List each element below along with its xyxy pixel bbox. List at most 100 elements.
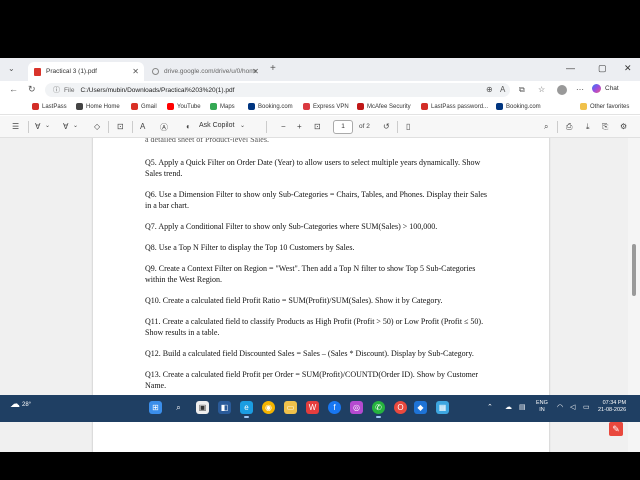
back-icon[interactable]: ← [9, 84, 18, 94]
contents-icon[interactable]: ☰ [12, 122, 19, 131]
zoom-out-icon[interactable]: − [281, 122, 286, 131]
minimize-button[interactable]: — [566, 63, 575, 73]
pdf-question-list: a detailed sheet of Product-level Sales.… [145, 138, 490, 401]
facebook-icon[interactable]: f [328, 401, 341, 414]
draw-dropdown-icon[interactable]: ⌄ [73, 122, 78, 129]
search-icon[interactable]: ⌕ [544, 122, 548, 132]
acrobat-icon[interactable]: ✎ [609, 422, 623, 436]
new-tab-icon[interactable]: + [270, 63, 276, 74]
save-as-icon[interactable]: ⎘ [602, 122, 608, 132]
close-window-button[interactable]: ✕ [624, 63, 632, 74]
file-explorer-icon[interactable]: ▭ [284, 401, 297, 414]
opera-icon[interactable]: O [394, 401, 407, 414]
copilot-dropdown-icon[interactable]: ⌄ [240, 122, 245, 129]
pdf-question: Q6. Use a Dimension Filter to show only … [145, 190, 487, 210]
print-icon[interactable]: ⎙ [566, 122, 572, 132]
zoom-in-icon[interactable]: + [297, 122, 302, 131]
profile-avatar[interactable] [557, 85, 567, 95]
ask-copilot-icon[interactable]: ◐ [186, 122, 191, 131]
edge-icon[interactable]: e [240, 401, 253, 418]
rotate-icon[interactable]: ↺ [383, 122, 390, 131]
copilot-chat-button[interactable]: Chat [592, 84, 619, 93]
language-indicator[interactable]: ENG IN [536, 400, 548, 414]
other-favorites-label: Other favorites [590, 103, 630, 110]
bookmark-item[interactable]: LastPass password... [421, 103, 488, 110]
volume-icon[interactable]: ◁ [570, 403, 575, 411]
close-tab-icon[interactable]: ✕ [132, 67, 139, 76]
page-number-input[interactable]: 1 [333, 120, 353, 134]
battery-icon[interactable]: ▭ [583, 403, 590, 411]
divider [266, 121, 267, 133]
fit-page-icon[interactable]: ⊡ [314, 122, 321, 131]
erase-icon[interactable]: ◇ [94, 122, 100, 131]
favorite-star-icon[interactable]: ☆ [538, 85, 545, 94]
bookmark-item[interactable]: Maps [210, 103, 235, 110]
bookmark-icon [210, 103, 217, 110]
zoom-icon[interactable]: ⊕ [486, 85, 493, 94]
save-icon[interactable]: ⤓ [586, 122, 590, 132]
draw-icon[interactable]: ∀ [63, 122, 68, 131]
bookmark-icon [131, 103, 138, 110]
more-options-icon[interactable]: ⋯ [576, 85, 584, 94]
two-page-icon[interactable]: ▯ [406, 122, 410, 131]
bookmark-icon [496, 103, 503, 110]
weather-widget[interactable]: ☁ 28° [10, 399, 31, 410]
clock-date: 21-08-2026 [598, 407, 627, 413]
vscode-icon[interactable]: ◆ [414, 401, 427, 414]
read-aloud-icon[interactable]: A [500, 85, 505, 94]
bookmark-item[interactable]: McAfee Security [357, 103, 411, 110]
ask-copilot-button[interactable]: Ask Copilot [199, 122, 234, 129]
address-bar[interactable]: ⓘ File C:/Users/mubin/Downloads/Practica… [45, 83, 510, 97]
wifi-icon[interactable]: ◠ [557, 403, 563, 411]
other-favorites[interactable]: Other favorites [580, 103, 629, 110]
maximize-button[interactable]: ▢ [598, 63, 607, 74]
bookmark-item[interactable]: Gmail [131, 103, 157, 110]
cloud-sync-icon[interactable]: ☁ [505, 403, 512, 411]
instagram-icon[interactable]: ◎ [350, 401, 363, 414]
bookmark-item[interactable]: Booking.com [248, 103, 293, 110]
info-icon: ⓘ [53, 87, 60, 94]
pdf-toolbar: ☰ ∀ ⌄ ∀ ⌄ ◇ ⊡ A Ⓐ ◐ Ask Copilot ⌄ − + ⊡ … [0, 116, 640, 138]
divider [557, 121, 558, 133]
highlight-dropdown-icon[interactable]: ⌄ [45, 122, 50, 129]
start-button[interactable]: ⊞ [149, 401, 162, 414]
divider [132, 121, 133, 133]
address-row: ← ↻ ⓘ File C:/Users/mubin/Downloads/Prac… [0, 81, 640, 99]
bookmark-item[interactable]: LastPass [32, 103, 67, 110]
bookmark-label: Gmail [141, 103, 157, 110]
photos-icon[interactable]: ▦ [436, 401, 449, 414]
bookmark-icon [167, 103, 174, 110]
bookmark-item[interactable]: Booking.com [496, 103, 541, 110]
bookmark-item[interactable]: Express VPN [303, 103, 349, 110]
read-aloud-icon[interactable]: A [140, 122, 145, 131]
app-tray-icon[interactable]: ▤ [519, 403, 526, 411]
task-view-icon[interactable]: ▣ [196, 401, 209, 414]
word-app-icon[interactable]: W [306, 401, 319, 414]
whatsapp-icon[interactable]: ✆ [372, 401, 385, 418]
settings-gear-icon[interactable]: ⚙ [620, 122, 627, 131]
divider [397, 121, 398, 133]
close-tab-icon[interactable]: ✕ [252, 67, 259, 76]
tray-chevron-icon[interactable]: ⌃ [487, 403, 493, 411]
bookmark-icon [32, 103, 39, 110]
add-text-icon[interactable]: ⊡ [117, 122, 124, 131]
bookmark-item[interactable]: YouTube [167, 103, 201, 110]
widgets-icon[interactable]: ◧ [218, 401, 231, 414]
favorites-bar: LastPass Home Home Gmail YouTube Maps Booking… [0, 99, 640, 115]
extensions-icon[interactable]: ⧉ [519, 85, 525, 95]
pdf-question: Q7. Apply a Conditional Filter to show o… [145, 222, 438, 231]
tab-actions-icon[interactable]: ⌄ [8, 64, 15, 73]
search-icon[interactable]: ⌕ [172, 401, 185, 414]
scrollbar-thumb[interactable] [632, 244, 636, 296]
tab-pdf[interactable]: Practical 3 (1).pdf ✕ [28, 62, 144, 81]
translate-icon[interactable]: Ⓐ [160, 122, 168, 133]
pdf-question: Q8. Use a Top N Filter to display the To… [145, 243, 355, 252]
highlight-icon[interactable]: ∀ [35, 122, 40, 131]
taskbar: ☁ 28° ⊞ ⌕ ▣ ◧ e ◉ ▭ W f ◎ ✆ O ◆ ▦ ⌃ ☁ ▤ … [0, 395, 640, 422]
bookmark-item[interactable]: Home Home [76, 103, 120, 110]
clock[interactable]: 07:34 PM 21-08-2026 [598, 400, 626, 414]
pdf-question: Q13. Create a calculated field Profit pe… [145, 370, 479, 390]
chrome-icon[interactable]: ◉ [262, 401, 275, 414]
tab-drive[interactable]: drive.google.com/drive/u/0/home ✕ [146, 62, 264, 81]
refresh-icon[interactable]: ↻ [28, 84, 36, 95]
